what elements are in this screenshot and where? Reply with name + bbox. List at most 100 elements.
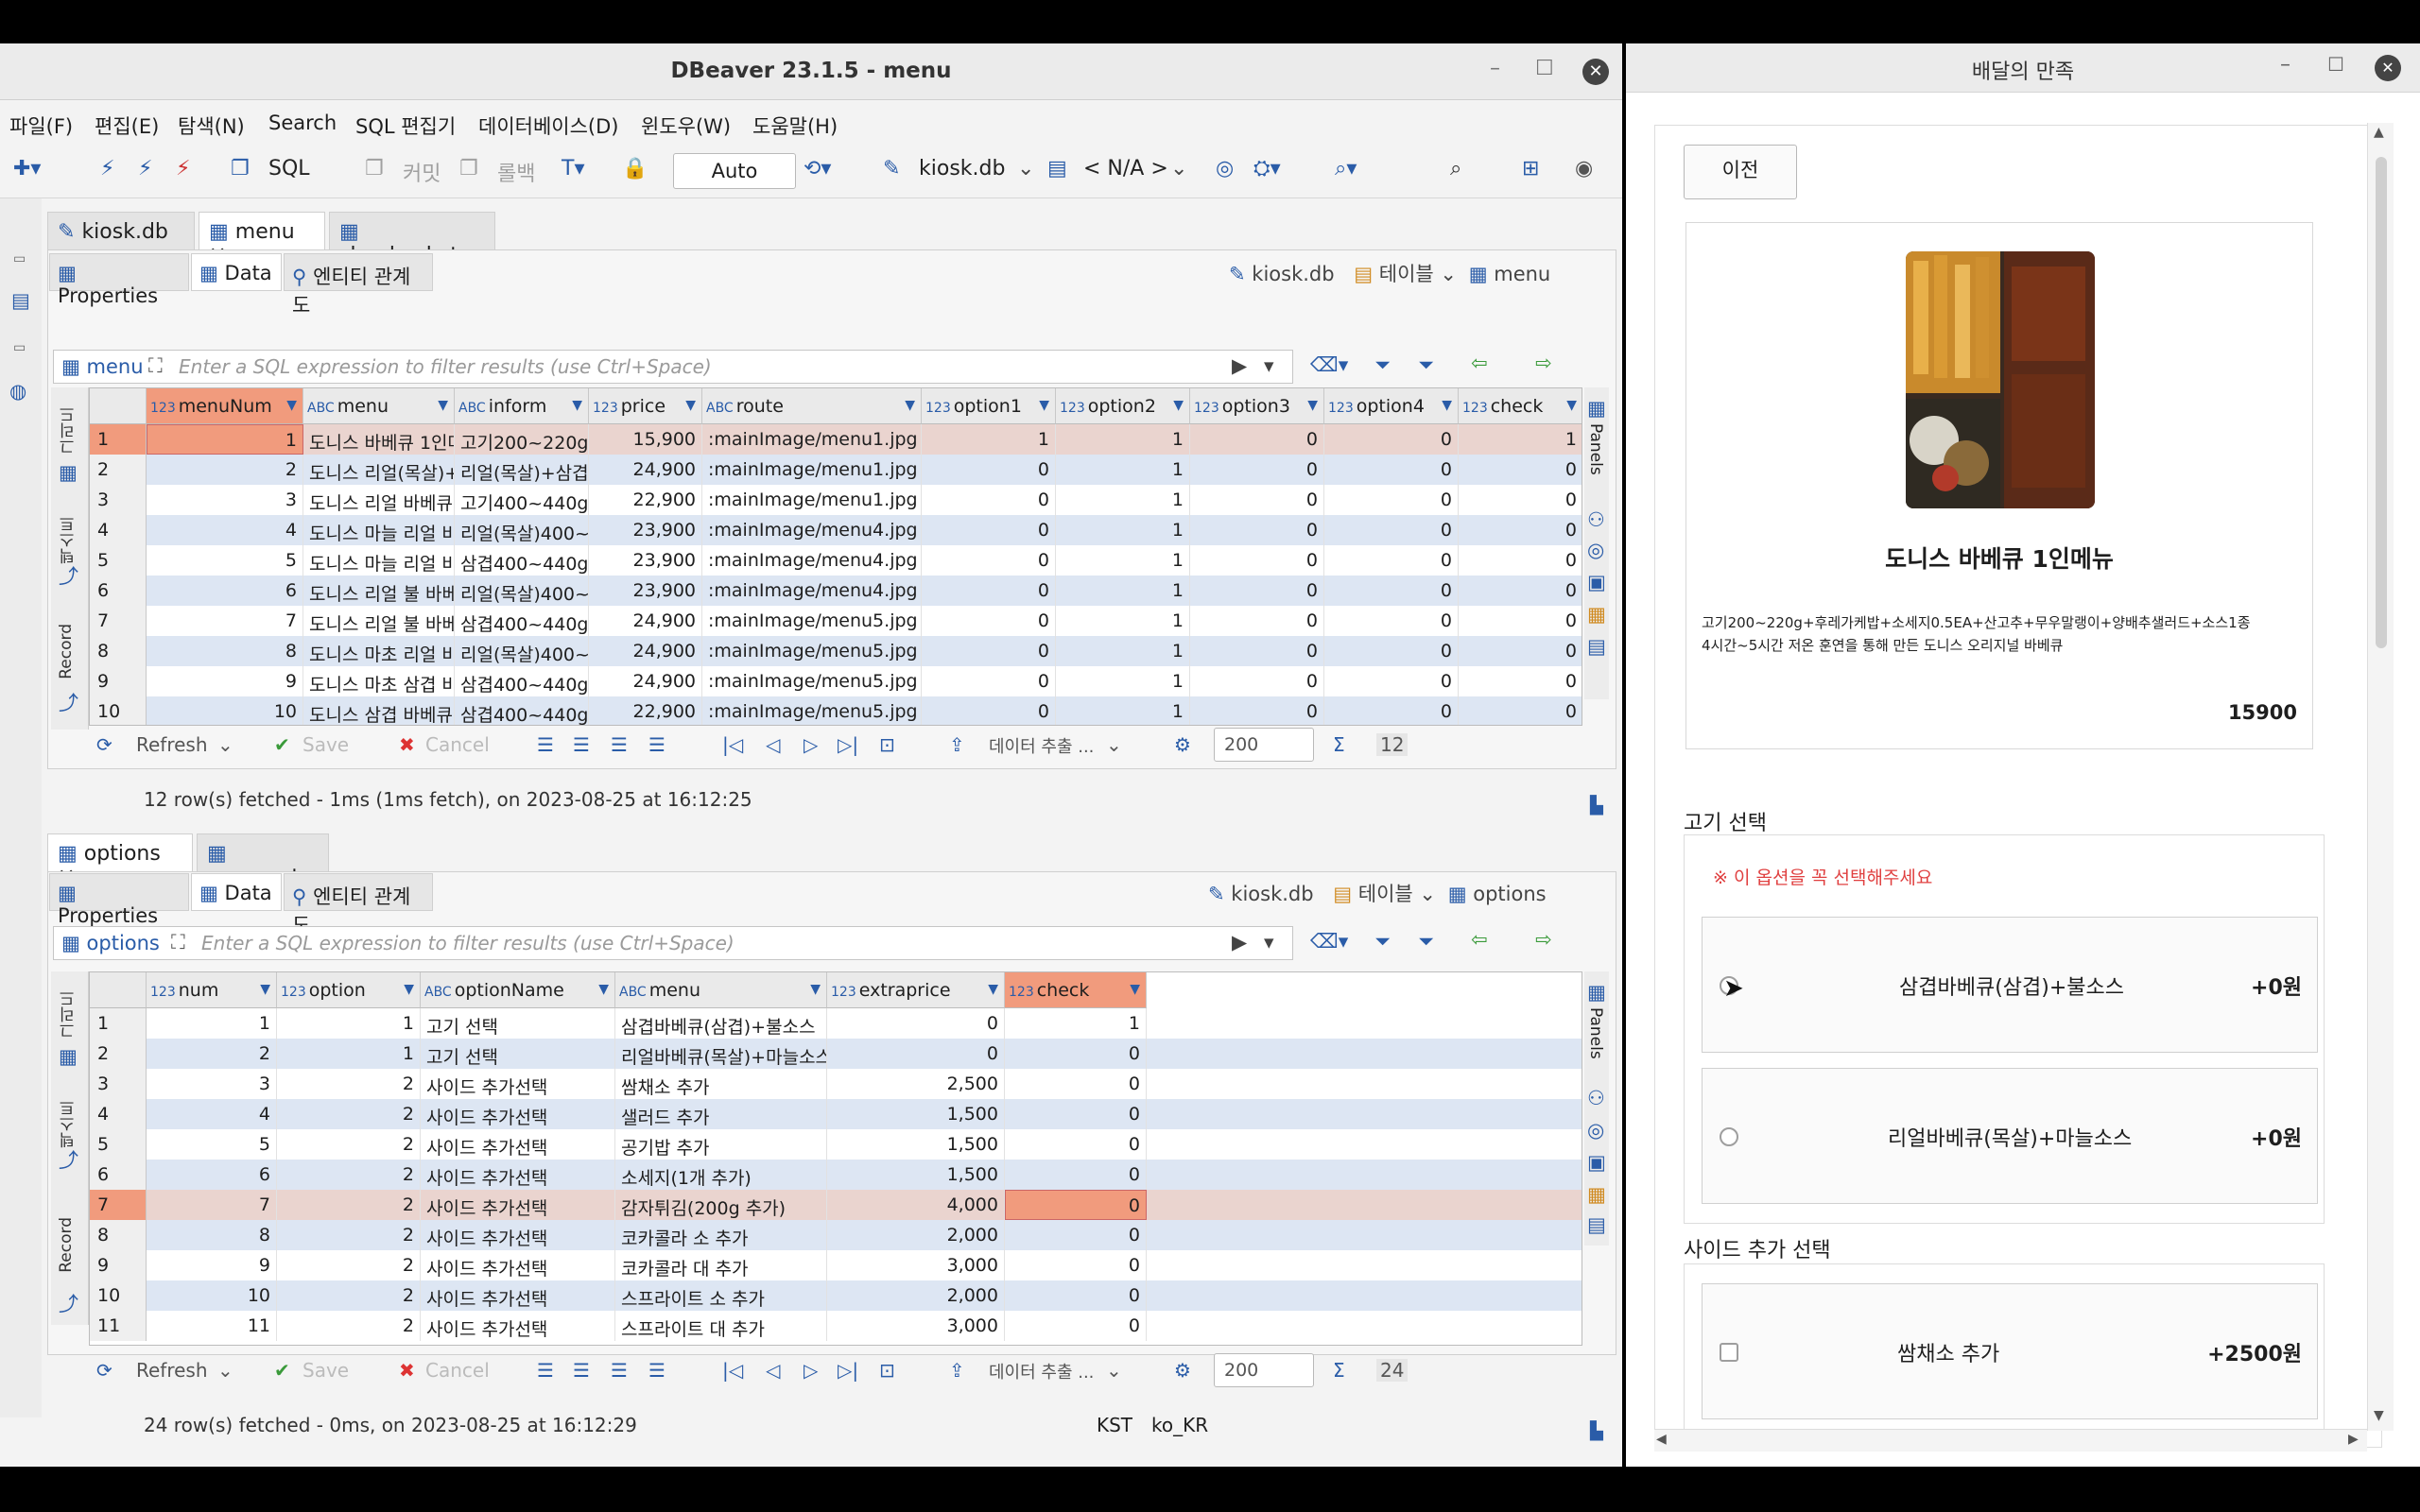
meat-option-2[interactable]: 리얼바베큐(목살)+마늘소스 +0원 — [1702, 1068, 2318, 1204]
column-header-extraprice[interactable]: 123 extraprice ▼ — [827, 972, 1005, 1008]
global-search-icon[interactable]: ⌕ — [1450, 157, 1461, 180]
cell-option2[interactable]: 1 — [1056, 455, 1190, 485]
cell-menuNum[interactable]: 1 — [147, 424, 303, 455]
fetch-size-input[interactable]: 200 — [1214, 728, 1314, 762]
sort-icon[interactable]: ▼ — [404, 982, 414, 997]
filter-history-icon[interactable]: ▾ — [1264, 354, 1274, 377]
add-row-icon[interactable]: ☰ — [573, 733, 590, 756]
cell-inform[interactable]: 리얼(목살)400~4 — [455, 515, 589, 545]
cell-route[interactable]: :mainImage/menu1.jpg — [702, 424, 922, 455]
column-header-option1[interactable]: 123 option1 ▼ — [922, 388, 1056, 424]
cancel-icon[interactable]: ✖ — [399, 733, 415, 756]
cell-inform[interactable]: 고기200~220g+ — [455, 424, 589, 455]
cell-optionName[interactable]: 사이드 추가선택 — [421, 1069, 615, 1099]
cell-option2[interactable]: 1 — [1056, 636, 1190, 666]
cell-check[interactable]: 0 — [1459, 455, 1582, 485]
cell-option1[interactable]: 0 — [922, 696, 1056, 725]
cell-check[interactable]: 0 — [1005, 1129, 1147, 1160]
cell-option[interactable]: 2 — [277, 1220, 421, 1250]
subtab-properties[interactable]: ▦ Properties — [49, 873, 189, 927]
cell-extraprice[interactable]: 3,000 — [827, 1250, 1005, 1280]
cell-menu[interactable]: 감자튀김(200g 추가) — [615, 1190, 827, 1220]
record-icon[interactable]: ⤴ — [59, 688, 78, 716]
cell-price[interactable]: 23,900 — [589, 545, 702, 576]
row-number[interactable]: 8 — [90, 636, 147, 666]
cell-menu[interactable]: 도니스 마늘 리얼 바 — [303, 515, 455, 545]
back-button[interactable]: 이전 — [1684, 145, 1797, 199]
cell-optionName[interactable]: 사이드 추가선택 — [421, 1311, 615, 1341]
cell-option3[interactable]: 0 — [1190, 545, 1324, 576]
cell-menu[interactable]: 도니스 리얼 불 바베 — [303, 606, 455, 636]
sort-icon[interactable]: ▼ — [1566, 398, 1577, 413]
rollback-icon[interactable]: ❐ — [459, 157, 478, 180]
record-view-tab[interactable]: Record — [57, 624, 76, 679]
history-icon[interactable]: ⟲▾ — [804, 157, 831, 180]
meat-option-2-radio[interactable] — [1720, 1127, 1738, 1146]
column-header-check[interactable]: 123 check ▼ — [1459, 388, 1582, 424]
cell-option[interactable]: 2 — [277, 1160, 421, 1190]
cell-option1[interactable]: 0 — [922, 636, 1056, 666]
cell-num[interactable]: 10 — [147, 1280, 277, 1311]
cell-route[interactable]: :mainImage/menu4.jpg — [702, 545, 922, 576]
rollback-button[interactable]: 롤백 — [497, 157, 535, 187]
cell-option1[interactable]: 0 — [922, 545, 1056, 576]
first-page-icon[interactable]: |◁ — [722, 1359, 743, 1382]
cell-menuNum[interactable]: 4 — [147, 515, 303, 545]
cell-option3[interactable]: 0 — [1190, 424, 1324, 455]
cell-option3[interactable]: 0 — [1190, 666, 1324, 696]
sort-icon[interactable]: ▼ — [1442, 398, 1452, 413]
cell-price[interactable]: 22,900 — [589, 485, 702, 515]
cell-check[interactable]: 0 — [1459, 545, 1582, 576]
forward-arrow-icon[interactable]: ⇨ — [1535, 928, 1552, 951]
scroll-up-icon[interactable]: ▲ — [2374, 125, 2384, 140]
cell-menu[interactable]: 도니스 마초 리얼 바 — [303, 636, 455, 666]
row-number[interactable]: 4 — [90, 1099, 147, 1129]
cell-menu[interactable]: 도니스 리얼 불 바베 — [303, 576, 455, 606]
schema-icon[interactable]: ▤ — [1047, 157, 1067, 180]
row-number[interactable]: 4 — [90, 515, 147, 545]
subtab-data[interactable]: ▦ Data — [191, 873, 282, 911]
refresh-icon[interactable]: ⟳ — [96, 1359, 112, 1382]
cell-option3[interactable]: 0 — [1190, 515, 1324, 545]
row-number[interactable]: 6 — [90, 576, 147, 606]
cell-menu[interactable]: 공기밥 추가 — [615, 1129, 827, 1160]
image-icon[interactable]: ▣ — [1587, 1151, 1606, 1174]
cell-menu[interactable]: 도니스 마늘 리얼 바 — [303, 545, 455, 576]
menu-database[interactable]: 데이터베이스(D) — [478, 112, 618, 140]
grid-icon[interactable]: ▦ — [59, 1045, 78, 1068]
cell-menuNum[interactable]: 8 — [147, 636, 303, 666]
menu-result-grid[interactable]: 123 menuNum ▼ ABC menu ▼ ABC inform ▼ 123 price ▼ AB… — [89, 387, 1582, 726]
image-icon[interactable]: ▣ — [1587, 571, 1606, 593]
apply-filter-icon[interactable]: ▶ — [1232, 354, 1247, 377]
refresh-button[interactable]: Refresh — [136, 1359, 208, 1382]
cell-price[interactable]: 24,900 — [589, 636, 702, 666]
menu-navigate[interactable]: 탐색(N) — [178, 112, 245, 140]
sort-icon[interactable]: ▼ — [1130, 982, 1140, 997]
column-header-optionName[interactable]: ABC optionName ▼ — [421, 972, 615, 1008]
export-icon[interactable]: ⇪ — [949, 1359, 965, 1382]
row-number[interactable]: 11 — [90, 1311, 147, 1341]
cell-option3[interactable]: 0 — [1190, 485, 1324, 515]
cell-menuNum[interactable]: 3 — [147, 485, 303, 515]
next-page-icon[interactable]: ▷ — [804, 1359, 818, 1382]
sort-icon[interactable]: ▼ — [1039, 398, 1049, 413]
restore-icon[interactable]: ▭ — [13, 340, 26, 355]
cell-menuNum[interactable]: 7 — [147, 606, 303, 636]
cell-menuNum[interactable]: 2 — [147, 455, 303, 485]
first-page-icon[interactable]: |◁ — [722, 733, 743, 756]
save-icon[interactable]: ✔ — [274, 1359, 290, 1382]
row-number[interactable]: 9 — [90, 1250, 147, 1280]
filter-icon[interactable]: ⏷ — [1374, 353, 1391, 377]
expand-icon[interactable]: ⛶ — [148, 354, 163, 378]
row-count-icon[interactable]: Σ — [1333, 733, 1345, 756]
metadata-icon[interactable]: ◎ — [1587, 539, 1604, 561]
column-header-option[interactable]: 123 option ▼ — [277, 972, 421, 1008]
auto-commit-combo[interactable]: Auto — [673, 153, 796, 189]
menu-window[interactable]: 윈도우(W) — [641, 112, 731, 140]
next-page-icon[interactable]: ▷ — [804, 733, 818, 756]
cell-extraprice[interactable]: 2,000 — [827, 1220, 1005, 1250]
cell-optionName[interactable]: 고기 선택 — [421, 1039, 615, 1069]
record-view-tab[interactable]: Record — [57, 1217, 76, 1273]
copy-row-icon[interactable]: ☰ — [611, 1359, 628, 1382]
cell-optionName[interactable]: 사이드 추가선택 — [421, 1190, 615, 1220]
